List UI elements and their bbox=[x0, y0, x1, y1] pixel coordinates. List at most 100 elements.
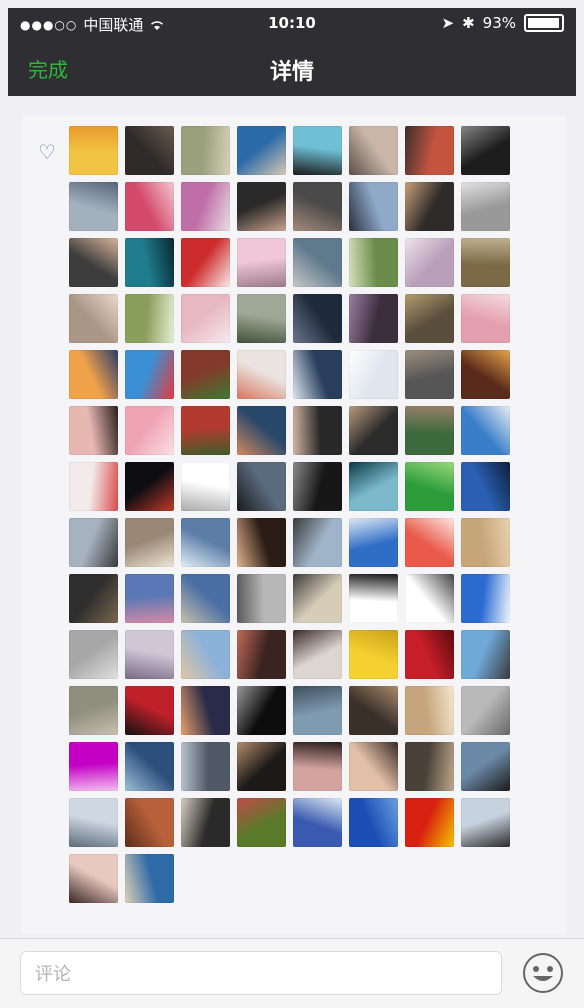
liker-avatar[interactable] bbox=[69, 462, 118, 511]
liker-avatar[interactable] bbox=[293, 238, 342, 287]
liker-avatar[interactable] bbox=[349, 462, 398, 511]
liker-avatar[interactable] bbox=[125, 798, 174, 847]
liker-avatar[interactable] bbox=[293, 574, 342, 623]
liker-avatar[interactable] bbox=[181, 686, 230, 735]
liker-avatar[interactable] bbox=[349, 294, 398, 343]
liker-avatar[interactable] bbox=[461, 518, 510, 567]
liker-avatar[interactable] bbox=[461, 462, 510, 511]
liker-avatar[interactable] bbox=[293, 294, 342, 343]
smiley-face-icon[interactable] bbox=[521, 951, 565, 995]
liker-avatar[interactable] bbox=[237, 798, 286, 847]
liker-avatar[interactable] bbox=[181, 406, 230, 455]
liker-avatar[interactable] bbox=[405, 126, 454, 175]
liker-avatar[interactable] bbox=[125, 406, 174, 455]
liker-avatar[interactable] bbox=[461, 798, 510, 847]
liker-avatar[interactable] bbox=[405, 686, 454, 735]
liker-avatar[interactable] bbox=[69, 406, 118, 455]
liker-avatar[interactable] bbox=[293, 798, 342, 847]
liker-avatar[interactable] bbox=[293, 126, 342, 175]
liker-avatar[interactable] bbox=[125, 126, 174, 175]
liker-avatar[interactable] bbox=[125, 742, 174, 791]
liker-avatar[interactable] bbox=[237, 574, 286, 623]
liker-avatar[interactable] bbox=[349, 686, 398, 735]
liker-avatar[interactable] bbox=[237, 462, 286, 511]
liker-avatar[interactable] bbox=[349, 742, 398, 791]
liker-avatar[interactable] bbox=[349, 182, 398, 231]
liker-avatar[interactable] bbox=[349, 518, 398, 567]
liker-avatar[interactable] bbox=[405, 630, 454, 679]
liker-avatar[interactable] bbox=[125, 350, 174, 399]
liker-avatar[interactable] bbox=[293, 518, 342, 567]
liker-avatar[interactable] bbox=[181, 798, 230, 847]
liker-avatar[interactable] bbox=[237, 350, 286, 399]
liker-avatar[interactable] bbox=[69, 574, 118, 623]
liker-avatar[interactable] bbox=[69, 630, 118, 679]
liker-avatar[interactable] bbox=[349, 238, 398, 287]
liker-avatar[interactable] bbox=[125, 630, 174, 679]
liker-avatar[interactable] bbox=[405, 462, 454, 511]
liker-avatar[interactable] bbox=[125, 518, 174, 567]
liker-avatar[interactable] bbox=[69, 238, 118, 287]
liker-avatar[interactable] bbox=[349, 798, 398, 847]
liker-avatar[interactable] bbox=[293, 686, 342, 735]
liker-avatar[interactable] bbox=[125, 182, 174, 231]
liker-avatar[interactable] bbox=[69, 518, 118, 567]
liker-avatar[interactable] bbox=[181, 238, 230, 287]
liker-avatar[interactable] bbox=[293, 462, 342, 511]
liker-avatar[interactable] bbox=[125, 854, 174, 903]
liker-avatar[interactable] bbox=[405, 182, 454, 231]
liker-avatar[interactable] bbox=[461, 126, 510, 175]
liker-avatar[interactable] bbox=[405, 406, 454, 455]
liker-avatar[interactable] bbox=[125, 238, 174, 287]
liker-avatar[interactable] bbox=[69, 182, 118, 231]
liker-avatar[interactable] bbox=[69, 350, 118, 399]
liker-avatar[interactable] bbox=[69, 126, 118, 175]
liker-avatar[interactable] bbox=[293, 630, 342, 679]
liker-avatar[interactable] bbox=[461, 294, 510, 343]
liker-avatar[interactable] bbox=[237, 518, 286, 567]
liker-avatar[interactable] bbox=[405, 574, 454, 623]
liker-avatar[interactable] bbox=[237, 238, 286, 287]
liker-avatar[interactable] bbox=[349, 574, 398, 623]
liker-avatar[interactable] bbox=[181, 126, 230, 175]
liker-avatar[interactable] bbox=[125, 574, 174, 623]
comment-input[interactable]: 评论 bbox=[20, 951, 502, 995]
liker-avatar[interactable] bbox=[125, 294, 174, 343]
liker-avatar[interactable] bbox=[237, 406, 286, 455]
liker-avatar[interactable] bbox=[405, 518, 454, 567]
liker-avatar[interactable] bbox=[237, 182, 286, 231]
liker-avatar[interactable] bbox=[405, 350, 454, 399]
liker-avatar[interactable] bbox=[349, 406, 398, 455]
liker-avatar[interactable] bbox=[69, 798, 118, 847]
liker-avatar[interactable] bbox=[237, 630, 286, 679]
liker-avatar[interactable] bbox=[237, 126, 286, 175]
liker-avatar[interactable] bbox=[125, 686, 174, 735]
liker-avatar[interactable] bbox=[461, 238, 510, 287]
liker-avatar[interactable] bbox=[349, 350, 398, 399]
liker-avatar[interactable] bbox=[181, 294, 230, 343]
liker-avatar[interactable] bbox=[461, 742, 510, 791]
liker-avatar[interactable] bbox=[237, 686, 286, 735]
liker-avatar[interactable] bbox=[237, 742, 286, 791]
liker-avatar[interactable] bbox=[461, 406, 510, 455]
liker-avatar[interactable] bbox=[181, 350, 230, 399]
liker-avatar[interactable] bbox=[181, 518, 230, 567]
liker-avatar[interactable] bbox=[181, 462, 230, 511]
liker-avatar[interactable] bbox=[69, 686, 118, 735]
liker-avatar[interactable] bbox=[405, 294, 454, 343]
liker-avatar[interactable] bbox=[461, 574, 510, 623]
liker-avatar[interactable] bbox=[181, 742, 230, 791]
liker-avatar[interactable] bbox=[181, 182, 230, 231]
liker-avatar[interactable] bbox=[125, 462, 174, 511]
liker-avatar[interactable] bbox=[181, 630, 230, 679]
liker-avatar[interactable] bbox=[461, 350, 510, 399]
liker-avatar[interactable] bbox=[293, 742, 342, 791]
liker-avatar[interactable] bbox=[69, 854, 118, 903]
liker-avatar[interactable] bbox=[293, 182, 342, 231]
liker-avatar[interactable] bbox=[461, 686, 510, 735]
liker-avatar[interactable] bbox=[293, 406, 342, 455]
liker-avatar[interactable] bbox=[69, 294, 118, 343]
liker-avatar[interactable] bbox=[349, 630, 398, 679]
liker-avatar[interactable] bbox=[293, 350, 342, 399]
liker-avatar[interactable] bbox=[237, 294, 286, 343]
